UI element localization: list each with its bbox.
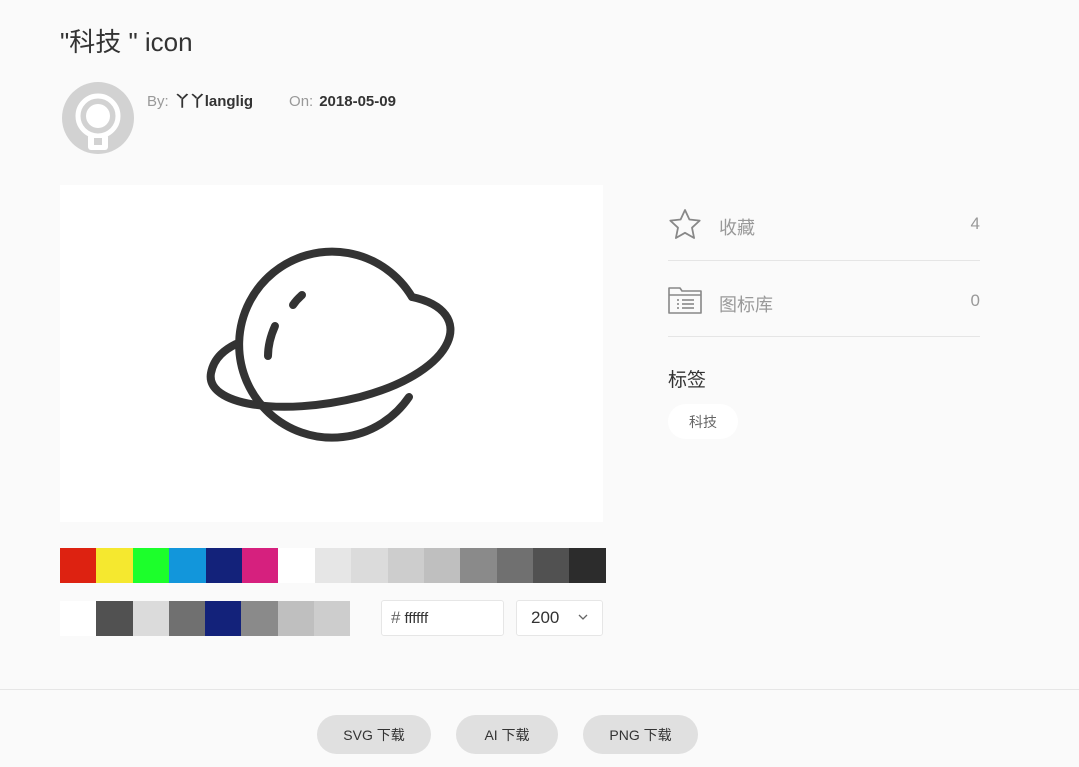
color-swatch[interactable] [569,548,606,583]
color-swatch[interactable] [278,548,315,583]
favorites-row[interactable]: 收藏 4 [668,185,980,261]
hash-symbol: # [391,608,401,627]
publish-date: 2018-05-09 [319,93,396,110]
color-swatch[interactable] [168,601,205,636]
size-select[interactable]: 200 [516,600,603,636]
color-swatch[interactable] [205,548,242,583]
author-name[interactable]: 丫丫langlig [175,93,253,110]
color-swatch[interactable] [132,548,170,583]
folder-list-icon [668,287,702,314]
color-swatch[interactable] [387,548,424,583]
color-swatch[interactable] [496,548,534,583]
size-value: 200 [531,608,560,627]
color-palette-primary [60,548,606,583]
icon-detail-page: "科技 " icon By: 丫丫langlig On: 2018-05-09 [0,0,1079,767]
tag-chip[interactable]: 科技 [668,404,738,439]
star-icon [669,209,701,239]
chevron-down-icon [578,614,588,620]
library-count: 0 [970,291,980,310]
astronaut-avatar-icon [75,93,121,150]
color-swatch[interactable] [205,601,242,636]
svg-download-button[interactable]: SVG 下载 [317,715,431,754]
color-swatch[interactable] [313,601,350,636]
color-swatch[interactable] [277,601,314,636]
color-swatch[interactable] [241,548,279,583]
color-palette-recent [60,601,350,636]
color-swatch[interactable] [241,601,278,636]
color-hex-input[interactable] [404,609,495,627]
icon-preview [60,185,603,522]
library-label: 图标库 [719,295,773,315]
color-swatch[interactable] [533,548,570,583]
page-title: "科技 " icon [60,27,193,57]
png-download-button[interactable]: PNG 下载 [583,715,698,754]
color-swatch[interactable] [423,548,461,583]
author-info: By: 丫丫langlig On: 2018-05-09 [62,82,396,154]
color-swatch[interactable] [96,548,133,583]
on-label: On: [289,93,314,110]
favorites-label: 收藏 [719,218,755,238]
color-swatch[interactable] [132,601,169,636]
color-hex-field: # [381,600,504,636]
by-label: By: [147,93,169,110]
author-meta: By: 丫丫langlig On: 2018-05-09 [147,90,396,111]
color-swatch[interactable] [314,548,352,583]
ai-download-button[interactable]: AI 下载 [456,715,558,754]
color-swatch[interactable] [96,601,133,636]
tags-heading: 标签 [668,370,707,391]
favorites-count: 4 [970,214,980,233]
color-swatch[interactable] [460,548,497,583]
library-row[interactable]: 图标库 0 [668,261,980,337]
avatar[interactable] [62,82,134,154]
color-swatch[interactable] [351,548,388,583]
planet-icon [206,247,455,442]
footer-divider [0,689,1079,690]
color-swatch[interactable] [60,601,97,636]
color-swatch[interactable] [169,548,206,583]
color-swatch[interactable] [60,548,97,583]
